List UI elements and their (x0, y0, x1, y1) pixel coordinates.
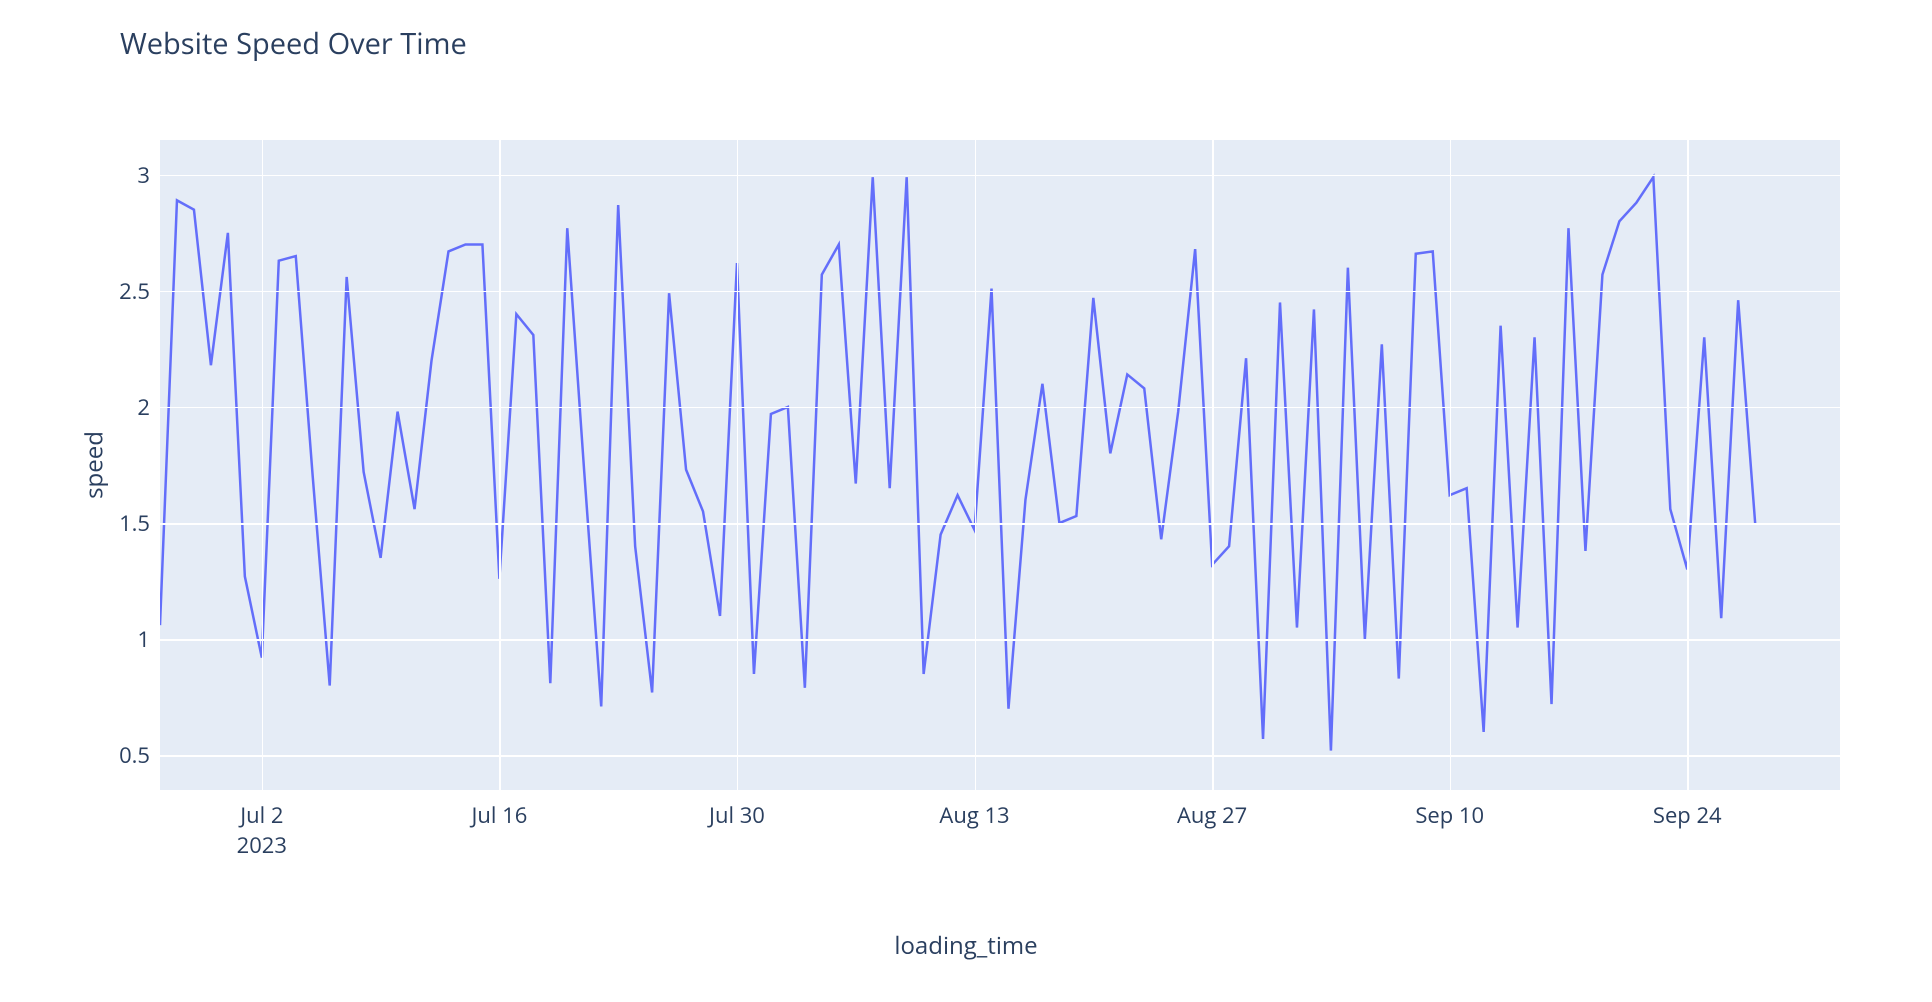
x-tick-label: Jul 16 (471, 800, 527, 830)
grid-line-h (160, 291, 1840, 293)
grid-line-h (160, 175, 1840, 177)
y-tick-label: 0.5 (119, 740, 150, 770)
x-tick-label: Jul 30 (709, 800, 765, 830)
x-tick-label: Sep 24 (1653, 800, 1722, 830)
x-tick-label: Aug 27 (1177, 800, 1247, 830)
grid-line-h (160, 523, 1840, 525)
grid-line-v (975, 140, 977, 790)
grid-line-v (499, 140, 501, 790)
chart-title: Website Speed Over Time (120, 24, 467, 63)
data-series-line (160, 177, 1755, 750)
x-tick-label: Aug 13 (939, 800, 1009, 830)
y-tick-label: 2.5 (119, 276, 150, 306)
chart-container: Website Speed Over Time speed loading_ti… (0, 0, 1932, 1002)
grid-line-h (160, 755, 1840, 757)
grid-line-h (160, 639, 1840, 641)
x-tick-label: Jul 2 (240, 800, 283, 830)
x-tick-label: Sep 10 (1415, 800, 1484, 830)
x-tick-sublabel: 2023 (237, 830, 287, 860)
grid-line-v (1450, 140, 1452, 790)
plot-area (160, 140, 1840, 790)
y-tick-label: 3 (137, 160, 150, 190)
y-axis-label: speed (77, 431, 110, 499)
y-tick-label: 1.5 (119, 508, 150, 538)
grid-line-v (737, 140, 739, 790)
grid-line-v (1212, 140, 1214, 790)
grid-line-v (1687, 140, 1689, 790)
line-chart-svg (160, 140, 1840, 790)
x-axis-label: loading_time (894, 929, 1037, 962)
y-tick-label: 2 (137, 392, 150, 422)
grid-line-v (262, 140, 264, 790)
y-tick-label: 1 (137, 624, 150, 654)
grid-line-h (160, 407, 1840, 409)
